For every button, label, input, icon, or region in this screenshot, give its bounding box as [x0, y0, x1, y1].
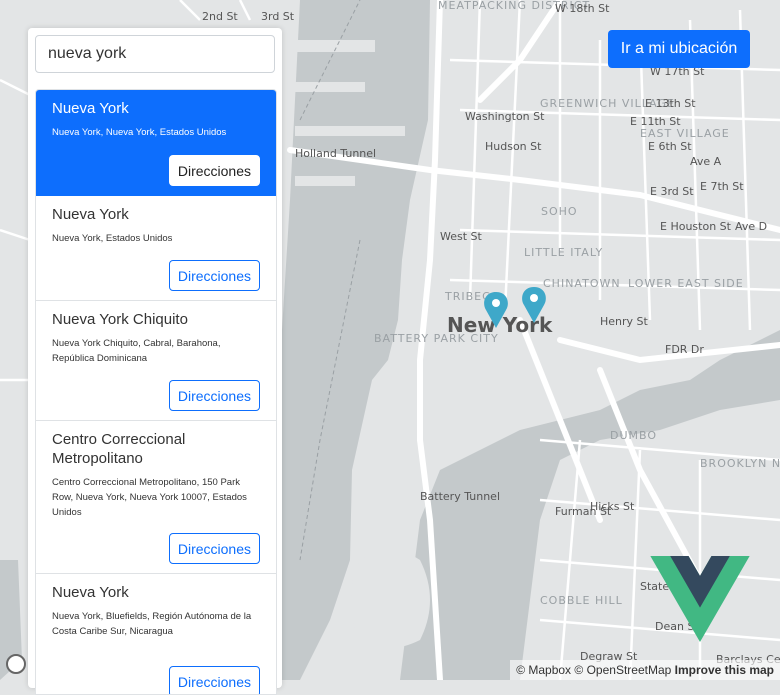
result-item[interactable]: Centro Correccional Metropolitano Centro… — [36, 421, 276, 574]
label-chinatown: CHINATOWN — [543, 277, 621, 290]
svg-text:E 11th St: E 11th St — [630, 115, 681, 128]
directions-button[interactable]: Direcciones — [168, 380, 260, 411]
result-title: Nueva York — [52, 100, 129, 117]
svg-text:Holland Tunnel: Holland Tunnel — [295, 147, 376, 160]
svg-text:E 3rd St: E 3rd St — [650, 185, 694, 198]
result-item[interactable]: Nueva York Nueva York, Nueva York, Estad… — [36, 90, 276, 196]
directions-button[interactable]: Direcciones — [168, 260, 260, 291]
svg-text:Ave A: Ave A — [690, 155, 722, 168]
label-lower-east-side: LOWER EAST SIDE — [628, 277, 744, 290]
svg-text:E 7th St: E 7th St — [700, 180, 744, 193]
go-to-my-location-button[interactable]: Ir a mi ubicación — [608, 30, 750, 68]
osm-attribution-link[interactable]: © OpenStreetMap — [574, 663, 671, 677]
result-subtitle: Nueva York, Nueva York, Estados Unidos — [52, 127, 227, 138]
svg-text:E 13th St: E 13th St — [645, 97, 696, 110]
improve-map-link[interactable]: Improve this map — [675, 663, 774, 677]
label-soho: SOHO — [541, 205, 578, 218]
result-item[interactable]: Nueva York Nueva York, Bluefields, Regió… — [36, 574, 276, 694]
result-subtitle: Nueva York, Estados Unidos — [52, 233, 173, 244]
label-east-village: EAST VILLAGE — [640, 127, 730, 140]
search-panel: Nueva York Nueva York, Nueva York, Estad… — [28, 28, 282, 695]
result-subtitle: Nueva York Chiquito, Cabral, Barahona, R… — [52, 338, 221, 364]
label-brooklyn-navy: BROOKLYN NAVY YARD — [700, 457, 780, 470]
result-title: Nueva York Chiquito — [52, 311, 188, 328]
map-attribution: © Mapbox © OpenStreetMap Improve this ma… — [510, 660, 780, 680]
directions-button[interactable]: Direcciones — [168, 533, 260, 564]
result-title: Centro Correccional Metropolitano — [52, 431, 186, 467]
svg-text:3rd St: 3rd St — [261, 10, 295, 23]
svg-text:2nd St: 2nd St — [202, 10, 238, 23]
svg-text:E Houston St: E Houston St — [660, 220, 732, 233]
svg-text:E 6th St: E 6th St — [648, 140, 692, 153]
svg-text:Hudson St: Hudson St — [485, 140, 542, 153]
label-cobble-hill: COBBLE HILL — [540, 594, 623, 607]
svg-text:West St: West St — [440, 230, 483, 243]
result-subtitle: Centro Correccional Metropolitano, 150 P… — [52, 477, 247, 518]
result-item[interactable]: Nueva York Chiquito Nueva York Chiquito,… — [36, 301, 276, 421]
directions-button[interactable]: Direcciones — [168, 666, 260, 694]
vue-logo-icon — [650, 556, 750, 642]
svg-text:Henry St: Henry St — [600, 315, 649, 328]
svg-text:W 18th St: W 18th St — [555, 2, 610, 15]
search-input[interactable] — [35, 35, 275, 73]
svg-text:Washington St: Washington St — [465, 110, 545, 123]
result-item[interactable]: Nueva York Nueva York, Estados Unidos Di… — [36, 196, 276, 301]
svg-text:Hicks St: Hicks St — [590, 500, 635, 513]
label-little-italy: LITTLE ITALY — [524, 246, 603, 259]
directions-button[interactable]: Direcciones — [168, 155, 260, 186]
label-dumbo: DUMBO — [610, 429, 657, 442]
mapbox-logo-icon[interactable] — [6, 654, 26, 674]
result-title: Nueva York — [52, 584, 129, 601]
result-subtitle: Nueva York, Bluefields, Región Autónoma … — [52, 611, 252, 637]
svg-text:Ave D: Ave D — [735, 220, 767, 233]
mapbox-attribution-link[interactable]: © Mapbox — [516, 663, 571, 677]
svg-text:FDR Dr: FDR Dr — [665, 343, 704, 356]
results-list: Nueva York Nueva York, Nueva York, Estad… — [35, 89, 277, 695]
result-title: Nueva York — [52, 206, 129, 223]
svg-text:Battery Tunnel: Battery Tunnel — [420, 490, 500, 503]
